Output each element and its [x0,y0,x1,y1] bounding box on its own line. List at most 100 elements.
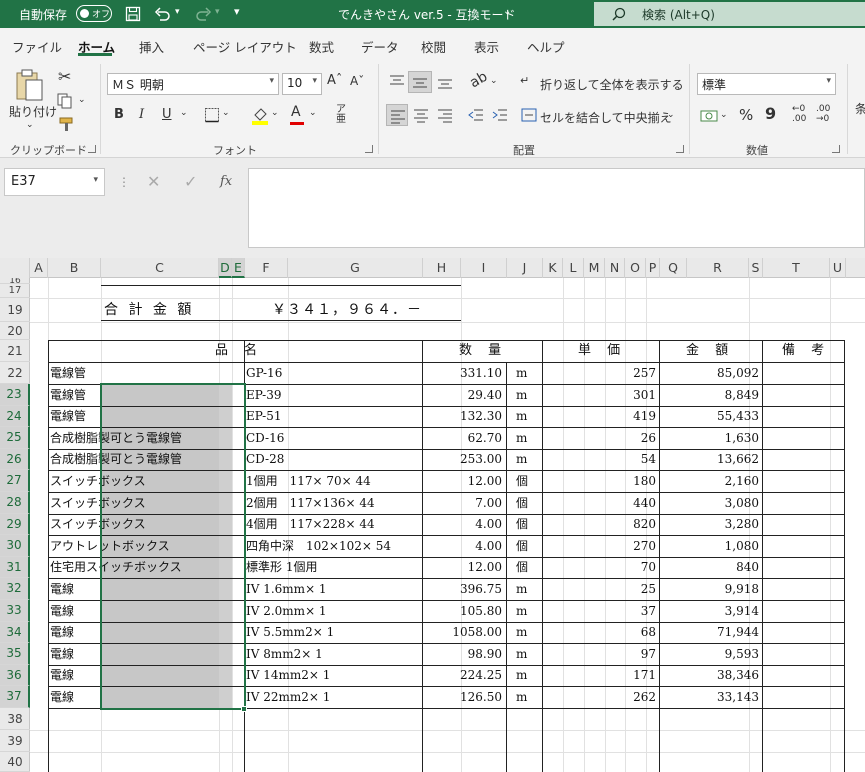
customize-qat-icon[interactable]: ▾ [234,5,240,18]
column-header-d[interactable]: D [219,258,232,278]
column-header-r[interactable]: R [687,258,749,278]
font-size-dropdown-icon[interactable]: ▾ [312,76,317,86]
save-icon[interactable] [125,6,141,22]
paste-icon[interactable] [14,68,44,102]
column-header-u[interactable]: U [830,258,846,278]
select-all-corner[interactable] [0,258,30,278]
column-header-f[interactable]: F [245,258,288,278]
column-header-a[interactable]: A [30,258,48,278]
underline-dropdown-icon[interactable]: ⌄ [180,108,188,118]
merge-center-button[interactable]: セルを結合して中央揃え [540,109,672,126]
row-header-34[interactable]: 34 [0,621,30,644]
row-header-32[interactable]: 32 [0,578,30,600]
row-header-17[interactable]: 17 [0,284,30,298]
decrease-indent-icon[interactable] [468,107,484,123]
orientation-dropdown-icon[interactable]: ⌄ [490,76,498,86]
decrease-decimal-icon[interactable]: .00 →0 [816,104,830,124]
orientation-icon[interactable]: ab [467,69,490,92]
row-header-22[interactable]: 22 [0,362,30,384]
row-header-37[interactable]: 37 [0,686,30,708]
shrink-font-icon[interactable]: Aˇ [350,74,364,88]
column-header-n[interactable]: N [605,258,625,278]
cut-icon[interactable]: ✂ [58,67,71,86]
search-box[interactable]: 検索 (Alt+Q) [594,2,865,26]
percent-button[interactable]: % [739,106,753,124]
row-header-27[interactable]: 27 [0,470,30,492]
column-header-j[interactable]: J [507,258,543,278]
tab-page-layout[interactable]: ページ レイアウト [193,37,297,56]
clipboard-launcher-icon[interactable] [88,145,96,153]
accounting-dropdown-icon[interactable]: ⌄ [720,110,728,120]
alignment-launcher-icon[interactable] [676,145,684,153]
paste-dropdown-icon[interactable]: ⌄ [26,120,34,130]
insert-function-button[interactable]: fx [220,174,232,189]
align-center-icon[interactable] [413,107,429,123]
italic-button[interactable]: I [139,107,144,122]
merge-center-icon[interactable] [521,107,537,123]
column-header-o[interactable]: O [625,258,646,278]
wrap-text-button[interactable]: 折り返して全体を表示する [540,76,684,93]
font-launcher-icon[interactable] [365,145,373,153]
row-header-39[interactable]: 39 [0,730,30,752]
row-header-35[interactable]: 35 [0,643,30,665]
font-color-dropdown-icon[interactable]: ⌄ [309,108,317,118]
row-header-28[interactable]: 28 [0,492,30,514]
tab-file[interactable]: ファイル [12,37,62,56]
row-header-38[interactable]: 38 [0,708,30,730]
undo-dropdown-icon[interactable]: ▾ [175,7,180,17]
column-header-i[interactable]: I [461,258,507,278]
row-header-29[interactable]: 29 [0,513,30,536]
document-title[interactable]: でんきやさん ver.5 - 互換モード [338,6,516,23]
row-header-33[interactable]: 33 [0,600,30,622]
autosave-toggle[interactable]: オフ [76,5,112,22]
fill-color-dropdown-icon[interactable]: ⌄ [271,108,279,118]
column-header-k[interactable]: K [543,258,563,278]
align-top-icon[interactable] [389,74,405,90]
column-header-c[interactable]: C [101,258,219,278]
row-header-20[interactable]: 20 [0,322,30,340]
row-header-19[interactable]: 19 [0,298,30,322]
phonetic-icon[interactable]: ア亜 [336,105,346,125]
row-header-26[interactable]: 26 [0,448,30,471]
accounting-format-icon[interactable] [700,108,718,124]
wrap-text-icon[interactable]: ↵ [520,74,529,87]
tab-help[interactable]: ヘルプ [527,37,565,56]
column-header-e[interactable]: E [232,258,245,278]
column-header-l[interactable]: L [563,258,584,278]
bold-button[interactable]: B [114,107,124,122]
font-name-combo[interactable]: ＭＳ 明朝 ▾ [107,73,279,95]
fill-color-icon[interactable] [251,105,269,125]
title-chevron-down-icon[interactable]: ⌄ [503,6,511,17]
font-name-dropdown-icon[interactable]: ▾ [269,76,274,86]
row-header-21[interactable]: 21 [0,340,30,362]
worksheet-grid[interactable]: 合 計 金 額 ￥３４１，９６４．－ 品 名 数 量 単 価 金 額 備 考 電… [30,278,865,772]
fill-handle[interactable] [241,706,247,712]
underline-button[interactable]: U [162,107,172,122]
row-header-23[interactable]: 23 [0,384,30,406]
align-left-button[interactable] [386,104,408,126]
grow-font-icon[interactable]: Aˆ [327,73,342,88]
tab-formulas[interactable]: 数式 [309,37,334,56]
row-header-36[interactable]: 36 [0,664,30,687]
tab-data[interactable]: データ [361,37,399,56]
undo-icon[interactable] [154,6,172,22]
copy-dropdown-icon[interactable]: ⌄ [78,95,86,105]
paste-button[interactable]: 貼り付け [9,103,57,120]
format-painter-icon[interactable] [58,116,74,132]
row-header-30[interactable]: 30 [0,535,30,557]
align-bottom-icon[interactable] [437,74,453,90]
number-format-dropdown-icon[interactable]: ▾ [826,76,831,86]
tab-insert[interactable]: 挿入 [139,37,164,56]
conditional-format-button[interactable]: 条 [855,100,865,117]
row-header-40[interactable]: 40 [0,752,30,772]
font-color-icon[interactable]: A [291,104,301,120]
name-box[interactable]: E37 ▾ [4,168,105,196]
row-header-31[interactable]: 31 [0,556,30,579]
row-header-24[interactable]: 24 [0,405,30,428]
formula-input[interactable] [248,168,865,248]
column-header-s[interactable]: S [749,258,763,278]
row-header-25[interactable]: 25 [0,427,30,449]
column-header-t[interactable]: T [763,258,830,278]
column-header-h[interactable]: H [423,258,461,278]
name-box-dropdown-icon[interactable]: ▾ [93,175,98,185]
